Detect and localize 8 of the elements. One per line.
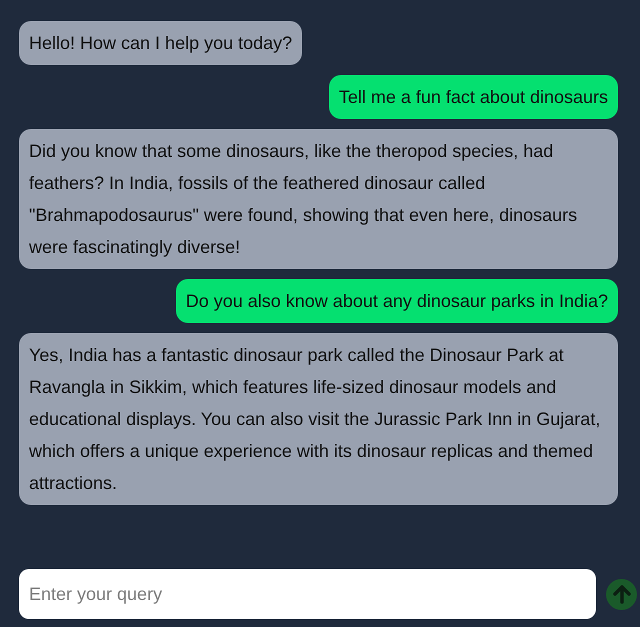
arrow-up-icon xyxy=(612,584,630,604)
user-message: Tell me a fun fact about dinosaurs xyxy=(328,75,618,119)
query-field[interactable]: Enter your query xyxy=(19,569,596,619)
assistant-message: Did you know that some dinosaurs, like the theropod species, had feathers? In India, fossils of the feathered dinosaur called "Brahmapodosaurus" were found, showing that even here, dinosaurs were fascinatingly diverse! xyxy=(19,129,618,269)
user-message: Do you also know about any dinosaur parks in India? xyxy=(176,279,618,323)
assistant-message: Yes, India has a fantastic dinosaur park called the Dinosaur Park at Ravangla in Sikkim, which features life-sized dinosaur models and educational displays. You can also visit the Jurassic Park Inn in Gujarat, which offers a unique experience with its dinosaur replicas and themed attractions. xyxy=(19,333,618,505)
send-button[interactable] xyxy=(606,578,637,610)
assistant-message: Hello! How can I help you today? xyxy=(19,21,302,65)
